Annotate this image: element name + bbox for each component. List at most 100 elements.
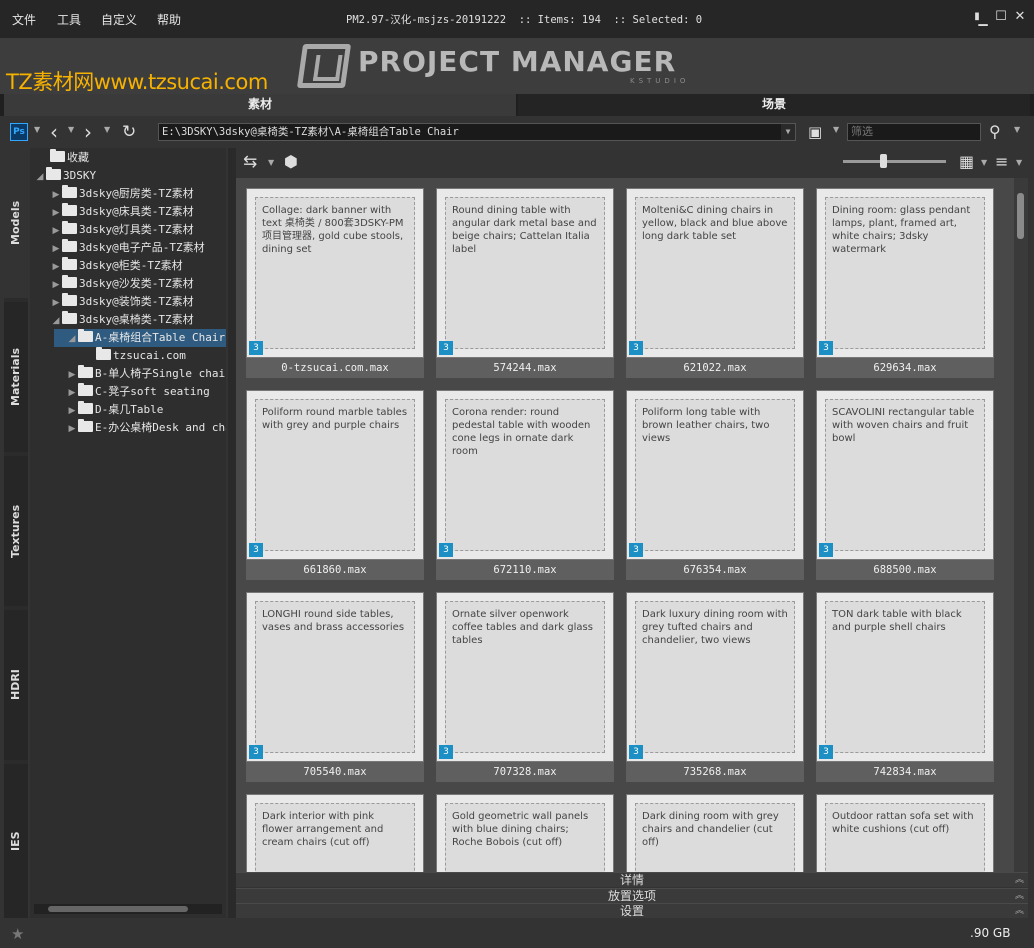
scrollbar-thumb[interactable] [48, 906, 188, 912]
tree-root[interactable]: ◢ 3DSKY [34, 167, 96, 185]
asset-card[interactable]: Corona render: round pedestal table with… [436, 390, 614, 580]
asset-thumbnail[interactable]: Ornate silver openwork coffee tables and… [436, 592, 614, 762]
tree-sibling-folder[interactable]: ▶ D-桌几Table [66, 401, 163, 419]
tree-subfolder[interactable]: tzsucai.com [96, 347, 186, 365]
grid-view-icon[interactable]: ▦ [959, 152, 974, 172]
filter-input[interactable]: 筛选 [847, 123, 981, 141]
view-dropdown-icon[interactable]: ▼ [981, 158, 987, 167]
asset-thumbnail[interactable]: Gold geometric wall panels with blue din… [436, 794, 614, 872]
asset-thumbnail[interactable]: Collage: dark banner with text 桌椅类 / 800… [246, 188, 424, 358]
collapse-icon[interactable]: ◢ [50, 312, 62, 330]
asset-card[interactable]: Dark luxury dining room with grey tufted… [626, 592, 804, 782]
forward-dropdown-icon[interactable]: ▼ [104, 125, 110, 134]
side-tab-ies[interactable]: IES [4, 764, 28, 918]
asset-card[interactable]: Molteni&C dining chairs in yellow, black… [626, 188, 804, 378]
cube-add-icon[interactable]: ⬢ [284, 152, 298, 172]
asset-card[interactable]: Poliform long table with brown leather c… [626, 390, 804, 580]
asset-card[interactable]: SCAVOLINI rectangular table with woven c… [816, 390, 994, 580]
tree-category[interactable]: ▶ 3dsky@装饰类-TZ素材 [50, 293, 194, 311]
panel-splitter[interactable] [228, 148, 236, 918]
ps-dropdown-icon[interactable]: ▼ [34, 125, 40, 134]
asset-thumbnail[interactable]: Molteni&C dining chairs in yellow, black… [626, 188, 804, 358]
expand-icon[interactable]: ▶ [50, 294, 62, 312]
asset-card[interactable]: LONGHI round side tables, vases and bras… [246, 592, 424, 782]
tree-horizontal-scrollbar[interactable] [34, 904, 222, 914]
slider-handle[interactable] [880, 154, 887, 168]
tree-sibling-folder[interactable]: ▶ E-办公桌椅Desk and chair [66, 419, 226, 437]
expand-icon[interactable]: ▶ [66, 420, 78, 438]
expand-icon[interactable]: ▶ [50, 258, 62, 276]
asset-card[interactable]: Dining room: glass pendant lamps, plant,… [816, 188, 994, 378]
menu-file[interactable]: 文件 [12, 11, 36, 28]
sort-dropdown-icon[interactable]: ▼ [1016, 158, 1022, 167]
asset-thumbnail[interactable]: Dark luxury dining room with grey tufted… [626, 592, 804, 762]
asset-thumbnail[interactable]: LONGHI round side tables, vases and bras… [246, 592, 424, 762]
expand-icon[interactable]: ▶ [66, 402, 78, 420]
side-tab-textures[interactable]: Textures [4, 456, 28, 606]
expand-icon[interactable]: ▶ [50, 276, 62, 294]
back-icon[interactable]: ‹ [50, 122, 58, 142]
collapse-icon[interactable]: ◢ [34, 168, 46, 186]
tree-sibling-folder[interactable]: ▶ C-凳子soft seating [66, 383, 210, 401]
search-icon[interactable]: ⚲ [989, 122, 1001, 142]
asset-thumbnail[interactable]: Poliform round marble tables with grey a… [246, 390, 424, 560]
asset-thumbnail[interactable]: Dark interior with pink flower arrangeme… [246, 794, 424, 872]
asset-thumbnail[interactable]: TON dark table with black and purple she… [816, 592, 994, 762]
side-tab-materials[interactable]: Materials [4, 302, 28, 452]
tree-category[interactable]: ▶ 3dsky@灯具类-TZ素材 [50, 221, 194, 239]
star-icon[interactable]: ★ [11, 925, 24, 943]
asset-card[interactable]: Gold geometric wall panels with blue din… [436, 794, 614, 872]
path-input[interactable]: E:\3DSKY\3dsky@桌椅类-TZ素材\A-桌椅组合Table Chai… [158, 123, 796, 141]
asset-card[interactable]: Collage: dark banner with text 桌椅类 / 800… [246, 188, 424, 378]
expand-icon[interactable]: ︽ [1015, 904, 1024, 918]
grid-vertical-scrollbar[interactable] [1014, 178, 1028, 872]
scrollbar-thumb[interactable] [1017, 193, 1024, 239]
search-dropdown-icon[interactable]: ▼ [1014, 125, 1020, 134]
tree-category[interactable]: ◢ 3dsky@桌椅类-TZ素材 [50, 311, 194, 329]
asset-card[interactable]: Ornate silver openwork coffee tables and… [436, 592, 614, 782]
expand-icon[interactable]: ▶ [50, 240, 62, 258]
asset-card[interactable]: Poliform round marble tables with grey a… [246, 390, 424, 580]
sort-icon[interactable]: ≡ [995, 152, 1008, 172]
asset-card[interactable]: Dark interior with pink flower arrangeme… [246, 794, 424, 872]
tree-selected-folder[interactable]: ◢ A-桌椅组合Table Chair [54, 329, 226, 347]
expand-icon[interactable]: ︽ [1015, 889, 1024, 903]
tree-category[interactable]: ▶ 3dsky@床具类-TZ素材 [50, 203, 194, 221]
forward-icon[interactable]: › [84, 122, 92, 142]
sync-dropdown-icon[interactable]: ▼ [268, 158, 274, 167]
asset-thumbnail[interactable]: SCAVOLINI rectangular table with woven c… [816, 390, 994, 560]
asset-thumbnail[interactable]: Corona render: round pedestal table with… [436, 390, 614, 560]
expand-icon[interactable]: ▶ [66, 366, 78, 384]
back-dropdown-icon[interactable]: ▼ [68, 125, 74, 134]
asset-thumbnail[interactable]: Round dining table with angular dark met… [436, 188, 614, 358]
menu-help[interactable]: 帮助 [157, 11, 181, 28]
expand-icon[interactable]: ▶ [50, 222, 62, 240]
side-tab-hdri[interactable]: HDRI [4, 610, 28, 760]
favorites-dropdown-icon[interactable]: ▼ [833, 125, 839, 134]
details-panel-header[interactable]: 详情 ︽ [236, 872, 1028, 887]
tree-category[interactable]: ▶ 3dsky@厨房类-TZ素材 [50, 185, 194, 203]
expand-icon[interactable]: ▶ [50, 204, 62, 222]
tree-favorites[interactable]: 收藏 [38, 149, 89, 167]
tree-category[interactable]: ▶ 3dsky@柜类-TZ素材 [50, 257, 183, 275]
collapse-icon[interactable]: ◢ [66, 330, 78, 348]
expand-icon[interactable]: ︽ [1015, 873, 1024, 887]
asset-card[interactable]: Outdoor rattan sofa set with white cushi… [816, 794, 994, 872]
asset-thumbnail[interactable]: Outdoor rattan sofa set with white cushi… [816, 794, 994, 872]
expand-icon[interactable]: ▶ [66, 384, 78, 402]
refresh-icon[interactable]: ↻ [122, 122, 136, 142]
tab-assets[interactable]: 素材 [4, 94, 516, 116]
tree-category[interactable]: ▶ 3dsky@沙发类-TZ素材 [50, 275, 194, 293]
minimize-button[interactable]: ▁ [976, 12, 990, 26]
path-dropdown-icon[interactable]: ▼ [781, 124, 795, 140]
side-tab-models[interactable]: Models [4, 148, 28, 298]
photoshop-icon[interactable]: Ps [10, 123, 28, 141]
sync-view-icon[interactable]: ⇆ [243, 152, 257, 172]
tree-category[interactable]: ▶ 3dsky@电子产品-TZ素材 [50, 239, 205, 257]
settings-panel-header[interactable]: 设置 ︽ [236, 903, 1028, 918]
asset-thumbnail[interactable]: Poliform long table with brown leather c… [626, 390, 804, 560]
asset-card[interactable]: Round dining table with angular dark met… [436, 188, 614, 378]
asset-thumbnail[interactable]: Dark dining room with grey chairs and ch… [626, 794, 804, 872]
tree-sibling-folder[interactable]: ▶ B-单人椅子Single chair [66, 365, 226, 383]
asset-thumbnail[interactable]: Dining room: glass pendant lamps, plant,… [816, 188, 994, 358]
